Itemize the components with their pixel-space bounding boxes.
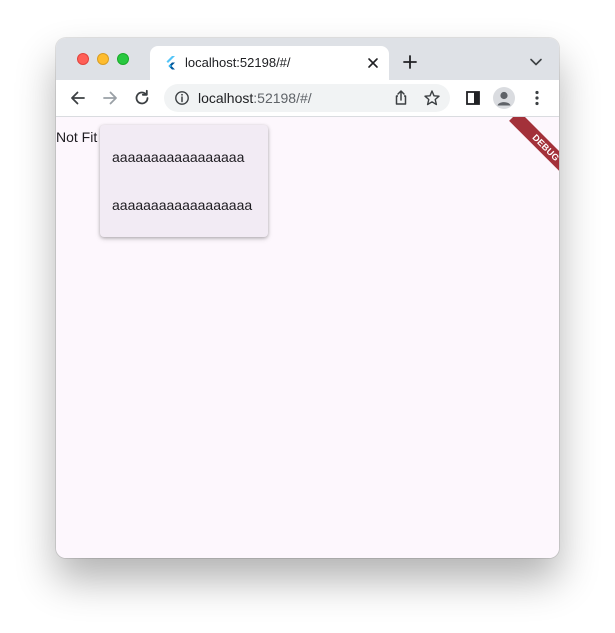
debug-banner-label: DEBUG <box>530 132 559 164</box>
tab-title: localhost:52198/#/ <box>185 55 291 70</box>
app-viewport: Not Fit aaaaaaaaaaaaaaaaa aaaaaaaaaaaaaa… <box>56 117 559 558</box>
debug-banner: DEBUG <box>499 117 559 177</box>
side-panel-icon[interactable] <box>463 88 483 108</box>
tab-active[interactable]: localhost:52198/#/ <box>150 46 389 80</box>
url-text[interactable]: localhost:52198/#/ <box>198 90 312 106</box>
address-bar[interactable]: localhost:52198/#/ <box>164 84 450 112</box>
not-fit-label: Not Fit <box>56 129 98 145</box>
url-host: localhost <box>198 90 254 106</box>
menu-item[interactable]: aaaaaaaaaaaaaaaaaa <box>112 196 252 214</box>
profile-avatar-graphic <box>497 91 511 106</box>
arrow-left-icon[interactable] <box>68 88 88 108</box>
arrow-right-icon[interactable] <box>100 88 120 108</box>
profile-icon[interactable] <box>493 87 515 109</box>
url-path: :52198/#/ <box>253 90 312 106</box>
info-icon[interactable] <box>174 90 190 106</box>
tab-strip: localhost:52198/#/ <box>56 38 559 80</box>
share-icon[interactable] <box>392 89 410 107</box>
close-icon[interactable] <box>365 55 381 71</box>
popup-menu: aaaaaaaaaaaaaaaaa aaaaaaaaaaaaaaaaaa <box>100 125 268 237</box>
browser-toolbar: localhost:52198/#/ <box>56 80 559 117</box>
star-icon[interactable] <box>423 89 441 107</box>
kebab-menu-icon[interactable] <box>527 88 547 108</box>
reload-icon[interactable] <box>132 88 152 108</box>
flutter-logo-icon <box>166 56 175 70</box>
chevron-down-icon[interactable] <box>529 56 543 68</box>
browser-window: localhost:52198/#/ localhost:52198/#/ No… <box>56 38 559 558</box>
plus-icon[interactable] <box>402 54 418 70</box>
minimize-window-button[interactable] <box>97 53 109 65</box>
close-window-button[interactable] <box>77 53 89 65</box>
menu-item[interactable]: aaaaaaaaaaaaaaaaa <box>112 148 244 166</box>
maximize-window-button[interactable] <box>117 53 129 65</box>
debug-banner-band: DEBUG <box>509 117 559 177</box>
